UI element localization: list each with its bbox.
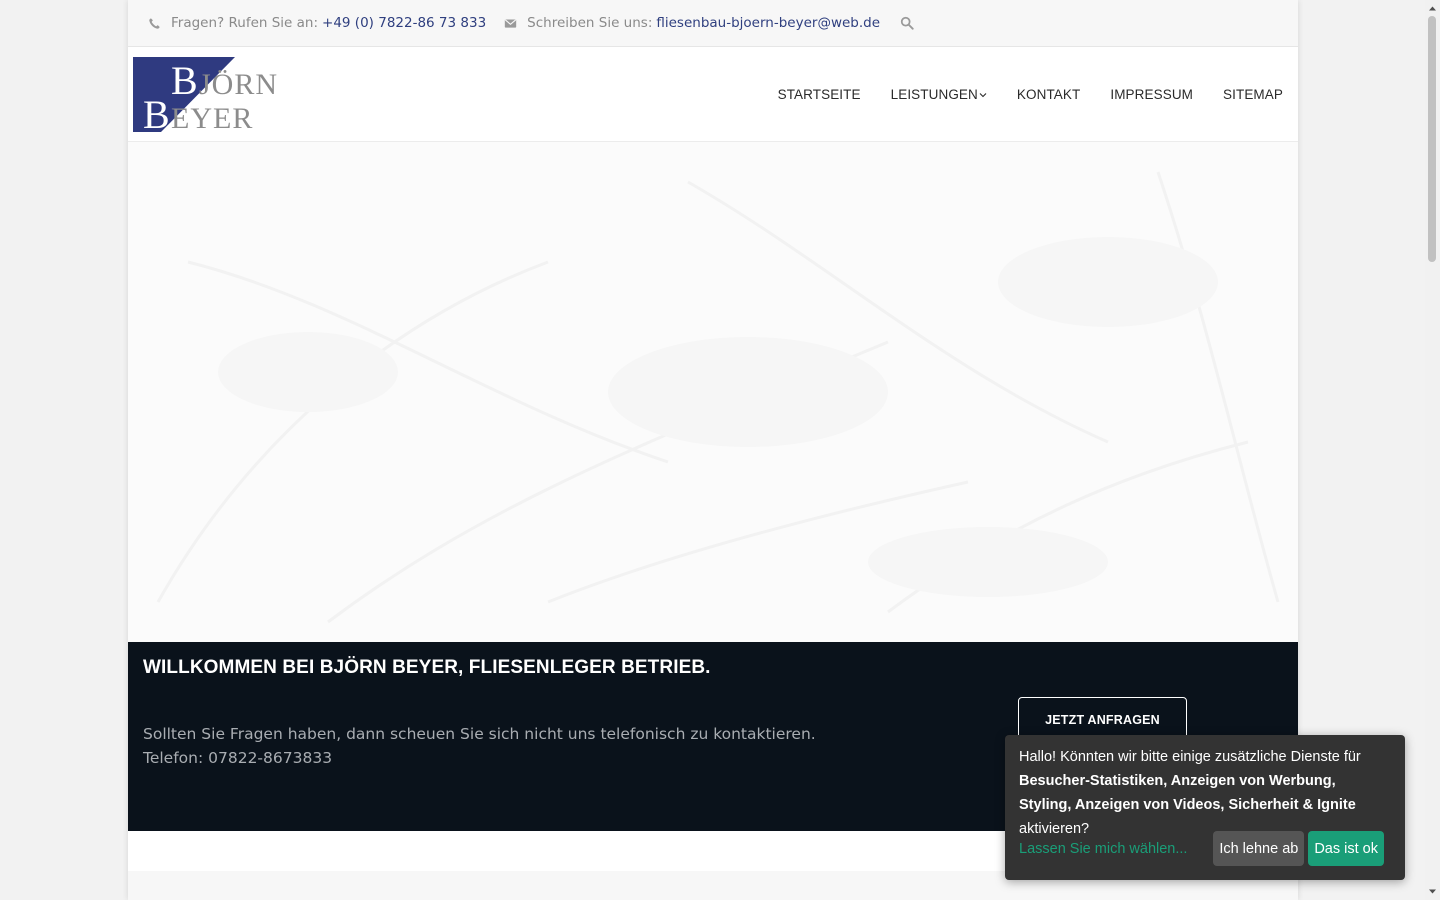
accept-button[interactable]: Das ist ok — [1308, 831, 1384, 866]
phone-icon — [149, 17, 160, 29]
email-label: Schreiben Sie uns: — [527, 15, 653, 31]
nav-item-sitemap[interactable]: SITEMAP — [1223, 87, 1283, 102]
welcome-text: Sollten Sie Fragen haben, dann scheuen S… — [143, 725, 816, 767]
page-scrollbar[interactable] — [1425, 0, 1440, 900]
nav-item-impressum[interactable]: IMPRESSUM — [1110, 87, 1193, 102]
email-link[interactable]: fliesenbau-bjoern-beyer@web.de — [656, 15, 880, 31]
logo-text-eyer: EYER — [171, 102, 253, 132]
envelope-icon — [504, 18, 517, 28]
nav-item-kontakt[interactable]: KONTAKT — [1017, 87, 1080, 102]
decline-button[interactable]: Ich lehne ab — [1213, 831, 1305, 866]
nav-item-leistungen[interactable]: LEISTUNGEN — [891, 87, 987, 102]
main-nav: STARTSEITE LEISTUNGEN KONTAKT IMPRESSUM … — [748, 47, 1283, 142]
contact-bar: Fragen? Rufen Sie an: +49 (0) 7822-86 73… — [128, 0, 1298, 47]
chevron-down-icon — [979, 92, 987, 97]
phone-contact: Fragen? Rufen Sie an: +49 (0) 7822-86 73… — [148, 15, 486, 31]
company-logo[interactable]: B JÖRN B EYER — [133, 57, 298, 132]
phone-label: Fragen? Rufen Sie an: — [171, 15, 319, 31]
hero-background-image — [128, 142, 1298, 642]
nav-item-startseite[interactable]: STARTSEITE — [778, 87, 861, 102]
site-header: B JÖRN B EYER STARTSEITE LEISTUNGEN KONT… — [128, 47, 1298, 142]
let-me-choose-link[interactable]: Lassen Sie mich wählen... — [1019, 841, 1213, 857]
welcome-title: WILLKOMMEN BEI BJÖRN BEYER, FLIESENLEGER… — [143, 657, 711, 678]
nav-item-leistungen-label: LEISTUNGEN — [890, 87, 978, 102]
email-contact: Schreiben Sie uns: fliesenbau-bjoern-bey… — [504, 15, 880, 31]
hero-image — [128, 142, 1298, 642]
cookie-consent-dialog: Hallo! Könnten wir bitte einige zusätzli… — [1005, 735, 1405, 880]
scroll-down-arrow-icon[interactable] — [1428, 887, 1437, 896]
consent-services-text: Besucher-Statistiken, Anzeigen von Werbu… — [1019, 773, 1356, 813]
search-icon[interactable] — [900, 16, 914, 30]
consent-message: Hallo! Könnten wir bitte einige zusätzli… — [1019, 745, 1391, 841]
scrollbar-thumb[interactable] — [1428, 16, 1436, 262]
logo-text-joern: JÖRN — [199, 68, 278, 101]
logo-letter-b2: B — [143, 92, 170, 132]
consent-intro-text: Hallo! Könnten wir bitte einige zusätzli… — [1019, 749, 1361, 765]
logo-letter-b1: B — [171, 58, 198, 103]
scroll-up-arrow-icon[interactable] — [1428, 4, 1437, 13]
consent-actions: Lassen Sie mich wählen... Ich lehne ab D… — [1019, 831, 1384, 866]
phone-link[interactable]: +49 (0) 7822-86 73 833 — [322, 15, 486, 31]
